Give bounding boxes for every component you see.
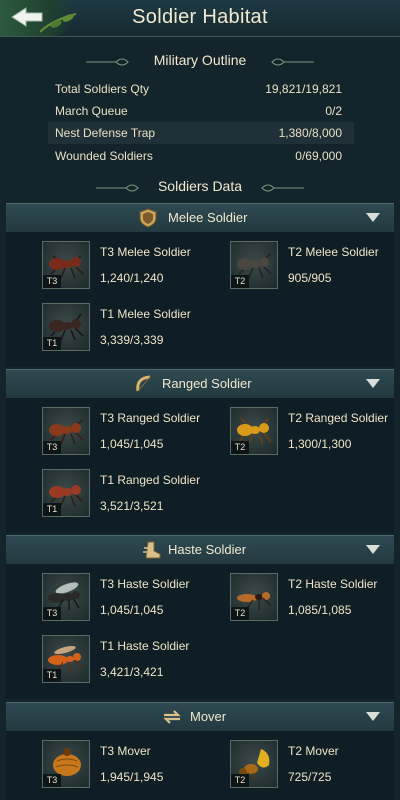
outline-row-wounded-soldiers: Wounded Soldiers 0/69,000 bbox=[55, 149, 342, 163]
soldier-card-t2-haste[interactable]: T2 T2 Haste Soldier 1,085/1,085 bbox=[230, 573, 400, 625]
soldier-card-t3-mover[interactable]: T3 T3 Mover 1,945/1,945 bbox=[42, 740, 222, 792]
soldier-card-t3-haste[interactable]: T3 T3 Haste Soldier 1,045/1,045 bbox=[42, 573, 222, 625]
ant-thumbnail: T1 bbox=[42, 303, 90, 351]
ant-thumbnail: T3 bbox=[42, 241, 90, 289]
soldier-card-t3-ranged[interactable]: T3 T3 Ranged Soldier 1,045/1,045 bbox=[42, 407, 222, 459]
chevron-down-icon[interactable] bbox=[366, 545, 380, 554]
outline-row-total-soldiers: Total Soldiers Qty 19,821/19,821 bbox=[55, 82, 342, 96]
chevron-down-icon[interactable] bbox=[366, 712, 380, 721]
soldier-card-t3-melee[interactable]: T3 T3 Melee Soldier 1,240/1,240 bbox=[42, 241, 222, 293]
outline-row-nest-defense-trap: Nest Defense Trap 1,380/8,000 bbox=[48, 122, 354, 144]
ranged-soldier-panel: T3 T3 Ranged Soldier 1,045/1,045 T2 T2 R… bbox=[6, 399, 394, 533]
right-ornament-icon bbox=[261, 184, 304, 192]
mover-panel: T3 T3 Mover 1,945/1,945 T2 T2 Mover 725/… bbox=[6, 732, 394, 800]
chevron-down-icon[interactable] bbox=[366, 379, 380, 388]
category-melee-soldier[interactable]: Melee Soldier bbox=[6, 203, 394, 233]
soldier-card-t1-ranged[interactable]: T1 T1 Ranged Soldier 3,521/3,521 bbox=[42, 469, 222, 521]
soldier-card-t2-mover[interactable]: T2 T2 Mover 725/725 bbox=[230, 740, 400, 792]
boot-icon bbox=[143, 541, 161, 559]
honeypot-ant-thumbnail: T3 bbox=[42, 740, 90, 788]
bow-icon bbox=[136, 375, 151, 392]
arrows-icon bbox=[163, 710, 181, 724]
left-ornament-icon bbox=[96, 184, 139, 192]
category-haste-soldier[interactable]: Haste Soldier bbox=[6, 535, 394, 565]
wasp-thumbnail: T3 bbox=[42, 573, 90, 621]
wasp-thumbnail: T2 bbox=[230, 573, 278, 621]
ant-thumbnail: T2 bbox=[230, 407, 278, 455]
page-title: Soldier Habitat bbox=[132, 6, 268, 28]
left-ornament-icon bbox=[86, 58, 129, 66]
military-outline-heading: Military Outline bbox=[0, 52, 400, 74]
soldier-card-t1-melee[interactable]: T1 T1 Melee Soldier 3,339/3,339 bbox=[42, 303, 222, 355]
right-ornament-icon bbox=[271, 58, 314, 66]
ant-thumbnail: T3 bbox=[42, 407, 90, 455]
honeypot-ant-thumbnail: T2 bbox=[230, 740, 278, 788]
melee-soldier-panel: T3 T3 Melee Soldier 1,240/1,240 T2 T2 Me… bbox=[6, 233, 394, 367]
category-ranged-soldier[interactable]: Ranged Soldier bbox=[6, 369, 394, 399]
wasp-thumbnail: T1 bbox=[42, 635, 90, 683]
category-mover[interactable]: Mover bbox=[6, 702, 394, 732]
soldiers-data-heading: Soldiers Data bbox=[0, 178, 400, 200]
soldier-card-t2-melee[interactable]: T2 T2 Melee Soldier 905/905 bbox=[230, 241, 400, 293]
soldier-card-t1-haste[interactable]: T1 T1 Haste Soldier 3,421/3,421 bbox=[42, 635, 222, 687]
ant-thumbnail: T2 bbox=[230, 241, 278, 289]
ant-thumbnail: T1 bbox=[42, 469, 90, 517]
haste-soldier-panel: T3 T3 Haste Soldier 1,045/1,045 T2 T2 Ha… bbox=[6, 565, 394, 699]
soldier-card-t2-ranged[interactable]: T2 T2 Ranged Soldier 1,300/1,300 bbox=[230, 407, 400, 459]
header-bar: Soldier Habitat bbox=[0, 0, 400, 37]
chevron-down-icon[interactable] bbox=[366, 213, 380, 222]
outline-row-march-queue: March Queue 0/2 bbox=[55, 104, 342, 118]
shield-icon bbox=[139, 208, 157, 228]
